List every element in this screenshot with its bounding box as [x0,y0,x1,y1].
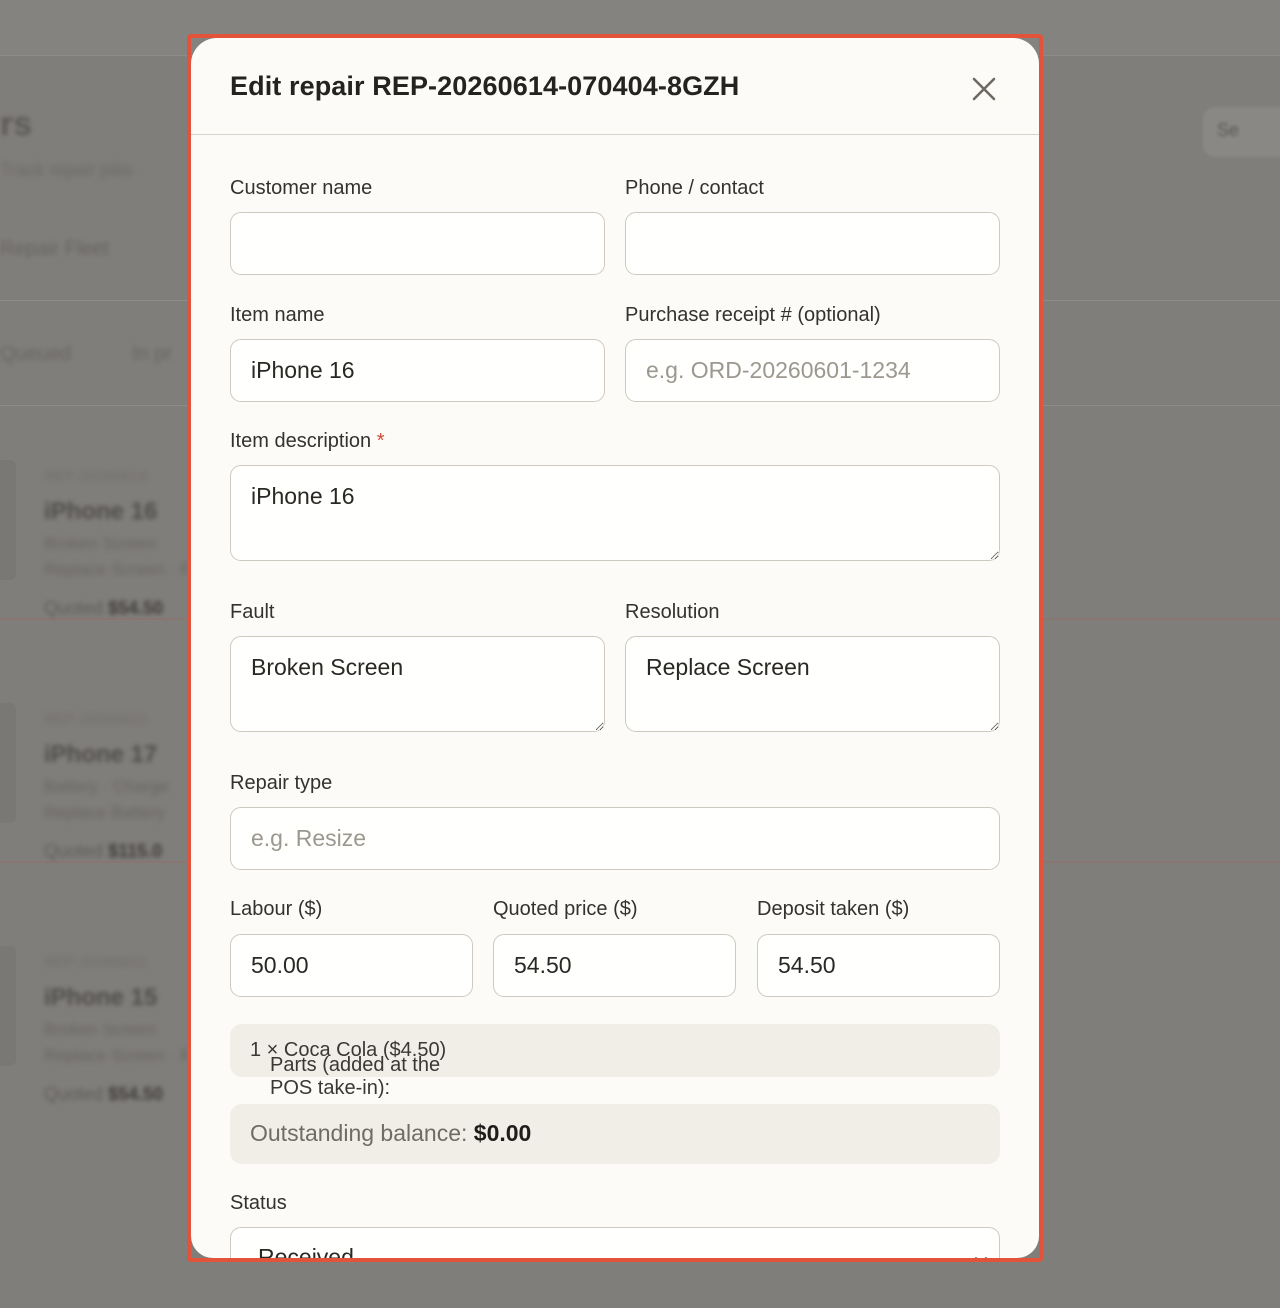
card-ref: REP-20260612 [44,711,147,728]
customer-name-label: Customer name [230,177,373,199]
item-name-input[interactable] [230,339,605,402]
deposit-label: Deposit taken ($) [757,898,910,920]
page-title: rs [0,105,33,143]
modal-title: Edit repair REP-20260614-070404-8GZH [230,71,740,101]
phone-input[interactable] [625,212,1000,275]
balance-info: Outstanding balance: $0.00 [230,1104,1000,1164]
card-fault: Broken Screen [44,534,157,553]
repair-type-label: Repair type [230,772,333,794]
deposit-input[interactable] [757,934,1000,997]
resolution-label: Resolution [625,601,720,623]
card-title: iPhone 17 [44,741,158,768]
item-name-label: Item name [230,304,325,326]
customer-name-input[interactable] [230,212,605,275]
card-ref: REP-20260610 [44,954,147,971]
card-ref: REP-20260614 [44,468,147,485]
card-fault: Broken Screen [44,1020,157,1039]
card-title: iPhone 16 [44,498,158,525]
edit-repair-modal: Edit repair REP-20260614-070404-8GZH Cus… [191,38,1039,1258]
tab-repair-fleet[interactable]: Repair Fleet [0,238,109,261]
parts-text: Parts (added at the POS take-in): 1 × Co… [250,1039,447,1099]
status-select[interactable]: Received [230,1227,1000,1258]
card-title: iPhone 15 [44,984,158,1011]
page-subtitle: Track repair jobs [0,160,134,180]
status-value: Received [258,1244,354,1258]
receipt-input[interactable] [625,339,1000,402]
card-quote: Quoted $115.0 [44,841,163,861]
receipt-label: Purchase receipt # (optional) [625,304,881,326]
card-stripe [0,460,16,580]
close-button[interactable] [965,70,1003,108]
card-stripe [0,703,16,823]
required-mark: * [376,430,385,452]
fault-textarea[interactable]: Broken Screen [230,636,605,732]
settings-button-label: Se [1217,120,1240,140]
card-resolution: Replace Screen · Rec [44,560,211,579]
repair-type-input[interactable] [230,807,1000,870]
balance-value: $0.00 [473,1120,532,1146]
status-label: Status [230,1192,287,1214]
fault-label: Fault [230,601,275,623]
item-description-label: Item description * [230,430,385,452]
card-resolution: Replace Screen · R [44,1046,193,1065]
card-stripe [0,946,16,1066]
card-resolution: Replace Battery [44,803,165,822]
resolution-textarea[interactable]: Replace Screen [625,636,1000,732]
chevron-down-icon [975,1257,987,1258]
filter-queued[interactable]: Queued [0,343,71,366]
labour-input[interactable] [230,934,473,997]
item-description-textarea[interactable]: iPhone 16 [230,465,1000,561]
card-quote: Quoted $54.50 [44,1084,164,1104]
card-fault: Battery · Charge [44,777,169,796]
modal-header: Edit repair REP-20260614-070404-8GZH [191,38,1039,135]
filter-in-progress[interactable]: In pr [132,343,172,366]
card-quote: Quoted $54.50 [44,598,164,618]
parts-info: Parts (added at the POS take-in): 1 × Co… [230,1024,1000,1099]
settings-button[interactable]: Se [1203,107,1280,157]
quoted-price-label: Quoted price ($) [493,898,638,920]
phone-label: Phone / contact [625,177,764,199]
labour-label: Labour ($) [230,898,323,920]
balance-text: Outstanding balance: $0.00 [250,1120,532,1146]
close-icon [972,77,996,101]
quoted-price-input[interactable] [493,934,736,997]
